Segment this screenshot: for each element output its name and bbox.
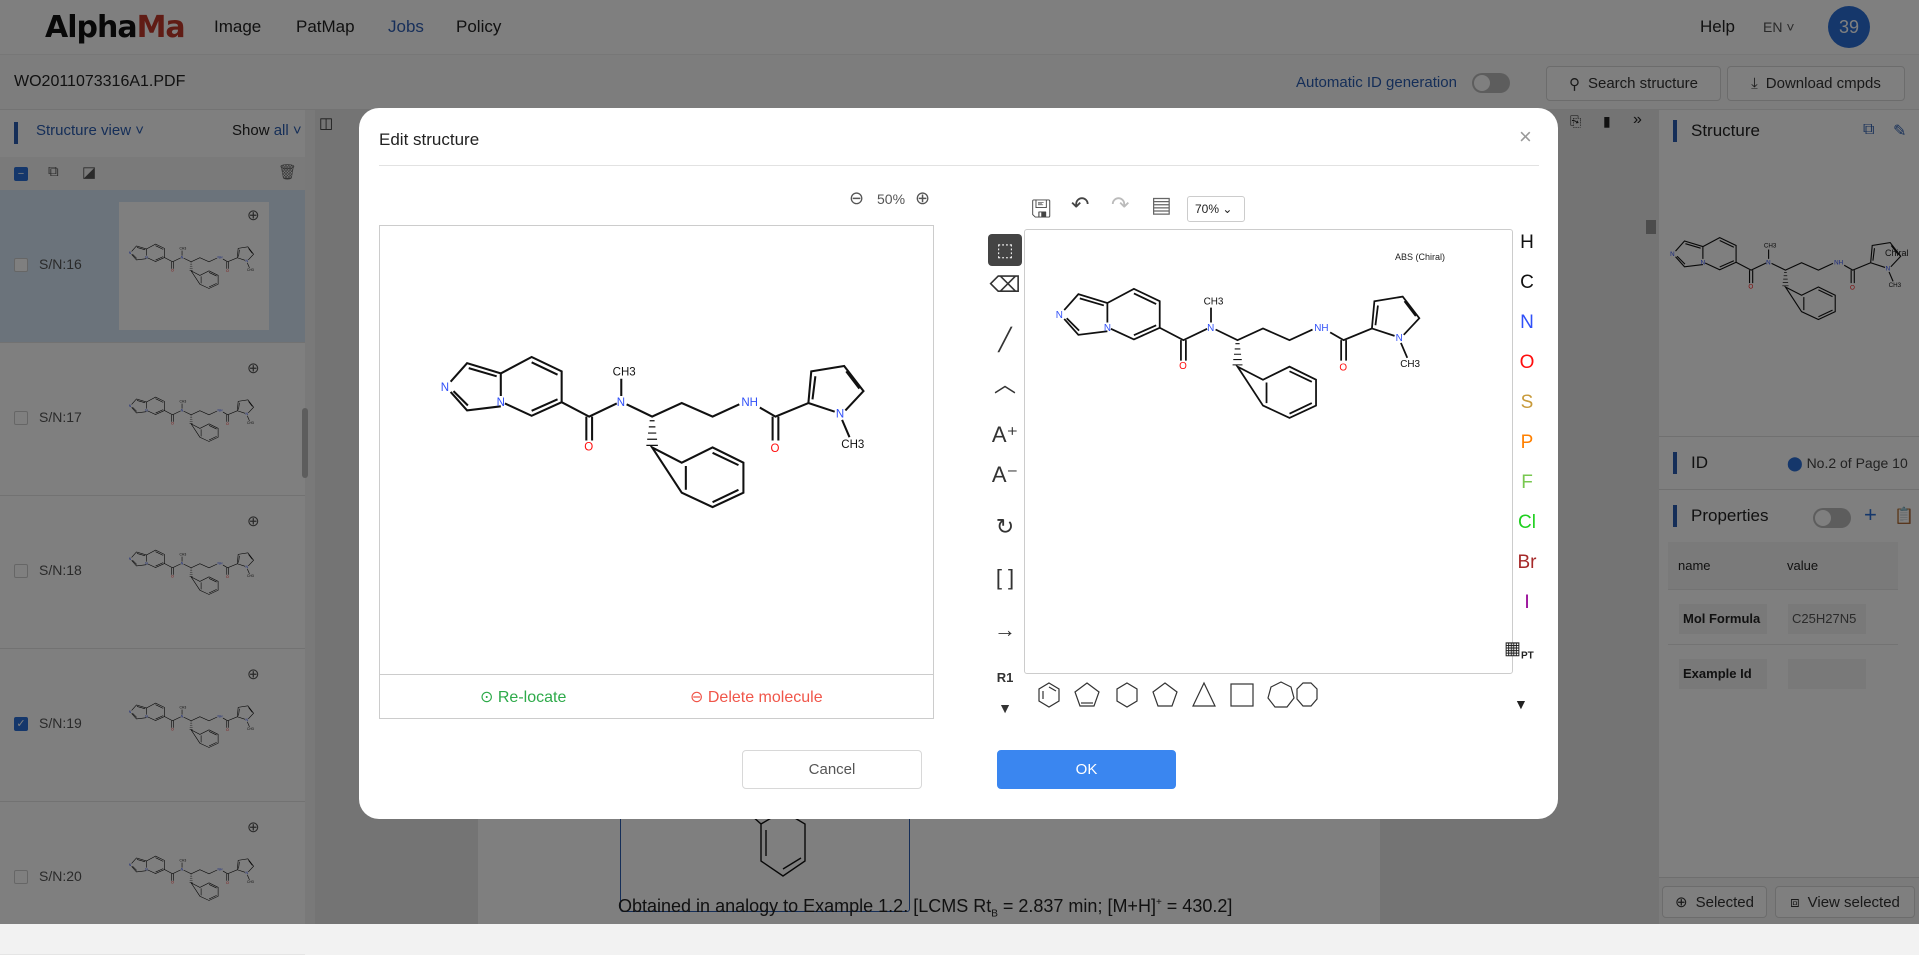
edit-structure-dialog: Edit structure × ⊖ 50% ⊕ N N N CH3 O NH O N CH3 … <box>359 108 1558 819</box>
zoom-level: 50% <box>877 191 906 207</box>
element-o-button[interactable]: O <box>1513 352 1541 374</box>
cyclooctane-icon[interactable] <box>1296 682 1318 707</box>
element-s-button[interactable]: S <box>1513 392 1541 414</box>
atom-label-n1: N <box>1056 310 1063 321</box>
editor-canvas[interactable]: ABS (Chiral) N N N CH3 O NH O N CH3 <box>1024 229 1513 674</box>
atom-label-n1: N <box>441 382 449 394</box>
target-icon: ⊙ <box>480 689 494 706</box>
r1-label: R1 <box>996 670 1014 685</box>
editable-structure[interactable]: N N N CH3 O NH O N CH3 <box>1050 280 1430 425</box>
atom-label-o1: O <box>1179 361 1187 372</box>
periodic-table-button[interactable]: ▦PT <box>1504 638 1534 662</box>
ring-templates <box>1038 681 1318 708</box>
atom-label-o2: O <box>1339 363 1347 374</box>
atom-label-ch3a: CH3 <box>1204 297 1224 308</box>
delete-molecule-button[interactable]: ⊖ Delete molecule <box>690 687 823 707</box>
delete-label: Delete molecule <box>707 689 823 706</box>
save-icon[interactable]: 🖫 <box>1031 192 1051 233</box>
element-i-button[interactable]: I <box>1513 592 1541 614</box>
atom-label-ch3a: CH3 <box>613 366 636 378</box>
atom-label-nh: NH <box>1314 323 1328 334</box>
cyclopentane-icon[interactable] <box>1152 682 1178 707</box>
atom-label-o2: O <box>771 443 780 455</box>
structure-actions: ⊙ Re-locate ⊖ Delete molecule <box>380 674 933 719</box>
more-tools-icon[interactable]: ▼ <box>988 700 1022 716</box>
rotate-icon[interactable]: ↻ <box>988 514 1022 540</box>
element-f-button[interactable]: F <box>1513 472 1541 494</box>
minus-circle-icon: ⊖ <box>690 689 704 706</box>
element-cl-button[interactable]: Cl <box>1513 512 1541 534</box>
editor-tool-column: ⬚ ⌫ ╱ ︿ A⁺ A⁻ ↻ [ ] → R1 ▼ <box>988 232 1024 732</box>
more-elements-icon[interactable]: ▼ <box>1514 696 1528 712</box>
relocate-label: Re-locate <box>497 689 567 706</box>
single-bond-icon[interactable]: ╱ <box>988 327 1022 353</box>
lasso-select-icon[interactable]: ⬚ <box>988 234 1022 266</box>
chevron-down-icon: ⌄ <box>1222 202 1233 216</box>
atom-label-n4: N <box>836 408 844 420</box>
cancel-button[interactable]: Cancel <box>742 750 922 789</box>
atom-label-n3: N <box>1207 323 1214 334</box>
atom-label-ch3b: CH3 <box>841 439 864 451</box>
pt-label: PT <box>1521 650 1534 662</box>
bracket-icon[interactable]: [ ] <box>988 565 1022 591</box>
cyclopropane-icon[interactable] <box>1192 681 1216 707</box>
element-palette: H C N O S P F Cl Br I <box>1513 232 1558 613</box>
chain-icon[interactable]: ︿ <box>988 367 1022 399</box>
element-br-button[interactable]: Br <box>1513 552 1541 574</box>
charge-plus-icon[interactable]: A⁺ <box>988 422 1022 448</box>
close-icon[interactable]: × <box>1519 124 1532 150</box>
relocate-button[interactable]: ⊙ Re-locate <box>480 687 566 707</box>
eraser-icon[interactable]: ⌫ <box>988 272 1022 298</box>
original-structure-panel: N N N CH3 O NH O N CH3 ⊙ Re-locate ⊖ Delete mole… <box>379 225 934 719</box>
atom-label-o1: O <box>584 441 593 453</box>
element-p-button[interactable]: P <box>1513 432 1541 454</box>
atom-label-nh: NH <box>741 397 758 409</box>
atom-label-n2: N <box>1104 323 1111 334</box>
cyclopentadiene-icon[interactable] <box>1074 682 1100 707</box>
zoom-in-icon[interactable]: ⊕ <box>915 188 930 209</box>
editor-zoom-value: 70% <box>1195 202 1220 216</box>
dialog-title: Edit structure <box>379 130 480 149</box>
rgroup-button[interactable]: R1 <box>988 670 1022 685</box>
periodic-table-icon: ▦ <box>1504 638 1522 658</box>
cycloheptane-icon[interactable] <box>1267 681 1295 708</box>
divider <box>379 165 1539 166</box>
benzene-icon[interactable] <box>1038 682 1060 708</box>
undo-icon[interactable]: ↶ <box>1071 192 1089 218</box>
cyclobutane-icon[interactable] <box>1230 683 1254 707</box>
atom-label-n3: N <box>617 397 625 409</box>
cyclohexane-icon[interactable] <box>1116 682 1138 708</box>
abs-chiral-label: ABS (Chiral) <box>1395 252 1446 262</box>
zoom-out-icon[interactable]: ⊖ <box>849 188 864 209</box>
redo-icon[interactable]: ↷ <box>1111 192 1129 218</box>
charge-minus-icon[interactable]: A⁻ <box>988 462 1022 488</box>
element-h-button[interactable]: H <box>1513 232 1541 254</box>
atom-label-n2: N <box>497 397 505 409</box>
atom-label-ch3b: CH3 <box>1400 359 1420 370</box>
element-n-button[interactable]: N <box>1513 312 1541 334</box>
ok-button[interactable]: OK <box>997 750 1176 789</box>
original-structure-image: N N N CH3 O NH O N CH3 <box>441 355 865 509</box>
reaction-arrow-icon[interactable]: → <box>988 617 1022 643</box>
element-c-button[interactable]: C <box>1513 272 1541 294</box>
document-icon[interactable]: ▤ <box>1151 192 1172 218</box>
editor-zoom-select[interactable]: 70% ⌄ <box>1187 196 1245 222</box>
atom-label-n4: N <box>1396 333 1403 344</box>
